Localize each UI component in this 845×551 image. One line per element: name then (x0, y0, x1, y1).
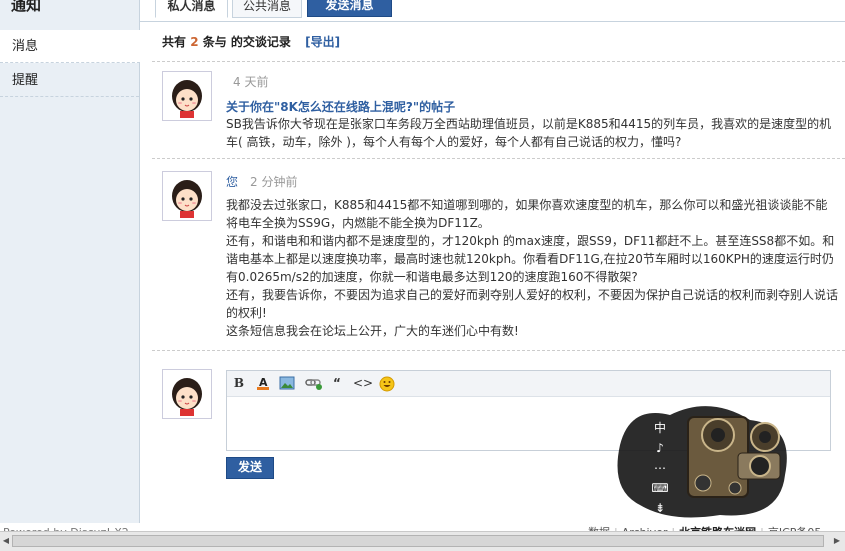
message-paragraph: 还有，我要告诉你，不要因为追求自己的爱好而剥夺别人爱好的权利，不要因为保护自己说… (226, 288, 839, 320)
ime-chinese-toggle[interactable]: 中 (648, 418, 672, 438)
summary-prefix: 共有 (162, 35, 187, 49)
avatar (162, 369, 212, 419)
horizontal-scrollbar[interactable]: ◀ ▶ (0, 531, 845, 551)
message-author[interactable]: 您 (226, 175, 238, 189)
divider (152, 158, 845, 159)
message-body: 我都没去过张家口，K885和4415都不知道哪到哪的，如果你喜欢速度型的机车，那… (226, 196, 838, 340)
export-link[interactable]: [导出] (305, 35, 340, 49)
font-color-icon[interactable]: A (255, 376, 271, 390)
bold-icon[interactable]: B (231, 376, 247, 390)
editor-toolbar: B A “ <> (227, 371, 830, 397)
image-icon[interactable] (279, 376, 295, 390)
summary-suffix: 条与 的交谈记录 (202, 35, 291, 49)
ime-punctuation-icon[interactable]: ⋯ (648, 458, 672, 478)
message-time: 2 分钟前 (250, 175, 298, 189)
message-paragraph: 我都没去过张家口，K885和4415都不知道哪到哪的，如果你喜欢速度型的机车，那… (226, 198, 828, 230)
avatar[interactable] (162, 171, 212, 221)
message-paragraph: 这条短信息我会在论坛上公开，广大的车迷们心中有数! (226, 324, 519, 338)
message-meta: 您 2 分钟前 (226, 173, 297, 190)
smiley-icon[interactable] (379, 376, 395, 392)
avatar[interactable] (162, 71, 212, 121)
ime-menu-icon[interactable]: ⇟ (648, 498, 672, 518)
scroll-left-icon[interactable]: ◀ (1, 535, 11, 547)
avatar-icon (165, 372, 209, 416)
sidebar-title: 通知 (11, 0, 42, 14)
message-body: SB我告诉你大爷现在是张家口车务段万全西站助理值班员，以前是K885和4415的… (226, 117, 832, 149)
message-count: 2 (190, 35, 199, 49)
camera-decoration (610, 395, 800, 525)
sidebar-item-reminders[interactable]: 提醒 (0, 64, 139, 97)
tab-private-messages[interactable]: 私人消息 (155, 0, 228, 18)
message-paragraph: 还有，和谐电和和谐内都不是速度型的，才120kph 的max速度，跟SS9，DF… (226, 234, 835, 284)
ime-moon-icon[interactable]: ♪ (648, 438, 672, 458)
quote-icon[interactable]: “ (329, 376, 345, 390)
message-time: 4 天前 (233, 75, 269, 89)
scroll-right-icon[interactable]: ▶ (832, 535, 842, 547)
avatar-icon (165, 174, 209, 218)
keyboard-icon[interactable]: ⌨ (648, 478, 672, 498)
reply-send-button[interactable]: 发送 (226, 457, 274, 479)
conversation-summary: 共有 2 条与 的交谈记录 [导出] (162, 33, 340, 50)
code-icon[interactable]: <> (353, 376, 373, 390)
avatar-icon (165, 74, 209, 118)
send-message-button[interactable]: 发送消息 (307, 0, 392, 17)
divider (152, 350, 845, 351)
sidebar-item-messages[interactable]: 消息 (0, 30, 140, 63)
sidebar: 通知 消息 提醒 (0, 0, 140, 523)
input-method-toolbar: 中 ♪ ⋯ ⌨ ⇟ (648, 418, 672, 518)
tab-underline (140, 21, 845, 22)
divider (152, 61, 845, 62)
link-icon[interactable] (305, 376, 322, 390)
message-title-link[interactable]: 关于你在"8K怎么还在线路上混呢?"的帖子 (226, 98, 455, 115)
scrollbar-thumb[interactable] (12, 535, 824, 547)
tab-public-messages[interactable]: 公共消息 (232, 0, 302, 18)
